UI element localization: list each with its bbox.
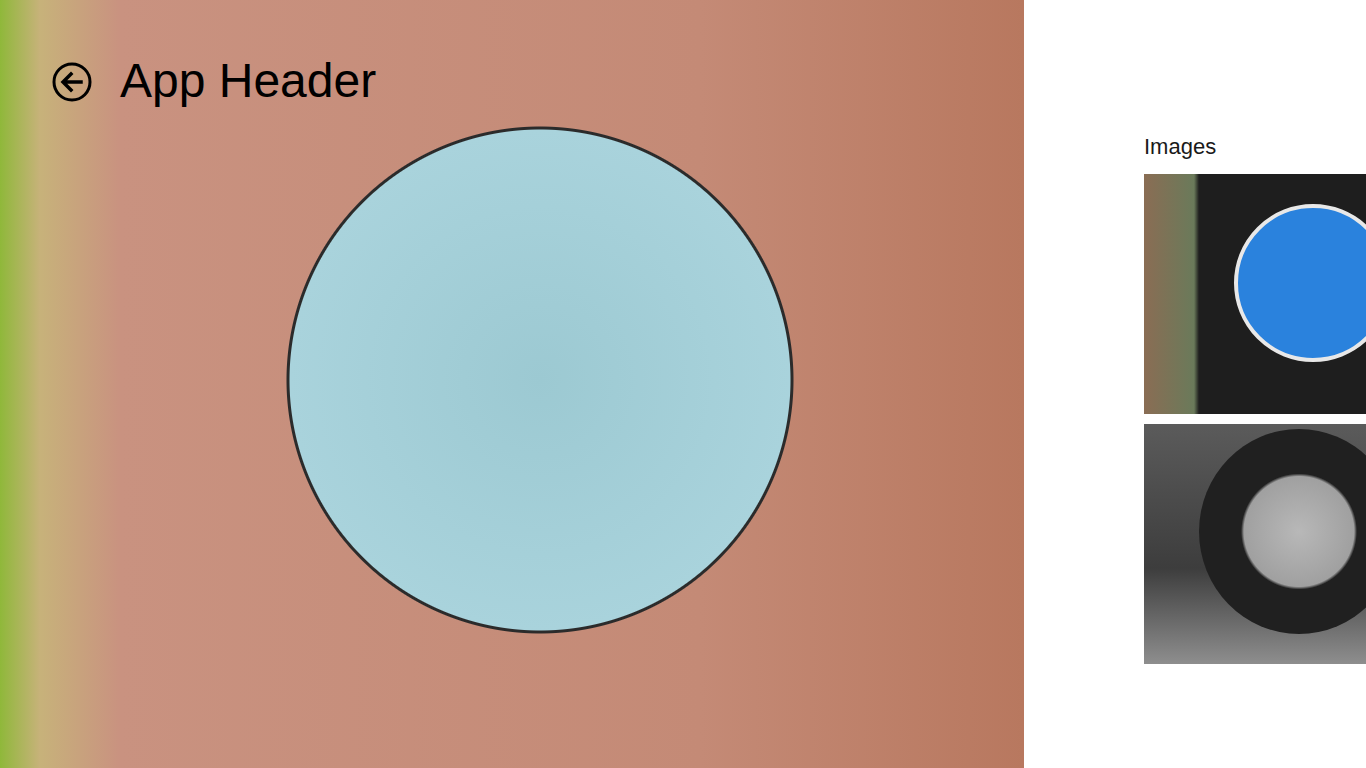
image-thumbnail[interactable] [1144,424,1366,664]
back-arrow-icon[interactable] [52,62,92,102]
page-title: App Header [120,50,380,114]
app-page: App Header Images [0,0,1366,768]
hero-photo: App Header [0,0,1024,768]
section-title[interactable]: Images [1144,134,1366,160]
app-header: App Header [52,50,380,114]
thumbnail-list [1144,174,1366,664]
images-section: Images [1024,0,1366,768]
image-thumbnail[interactable] [1144,174,1366,414]
